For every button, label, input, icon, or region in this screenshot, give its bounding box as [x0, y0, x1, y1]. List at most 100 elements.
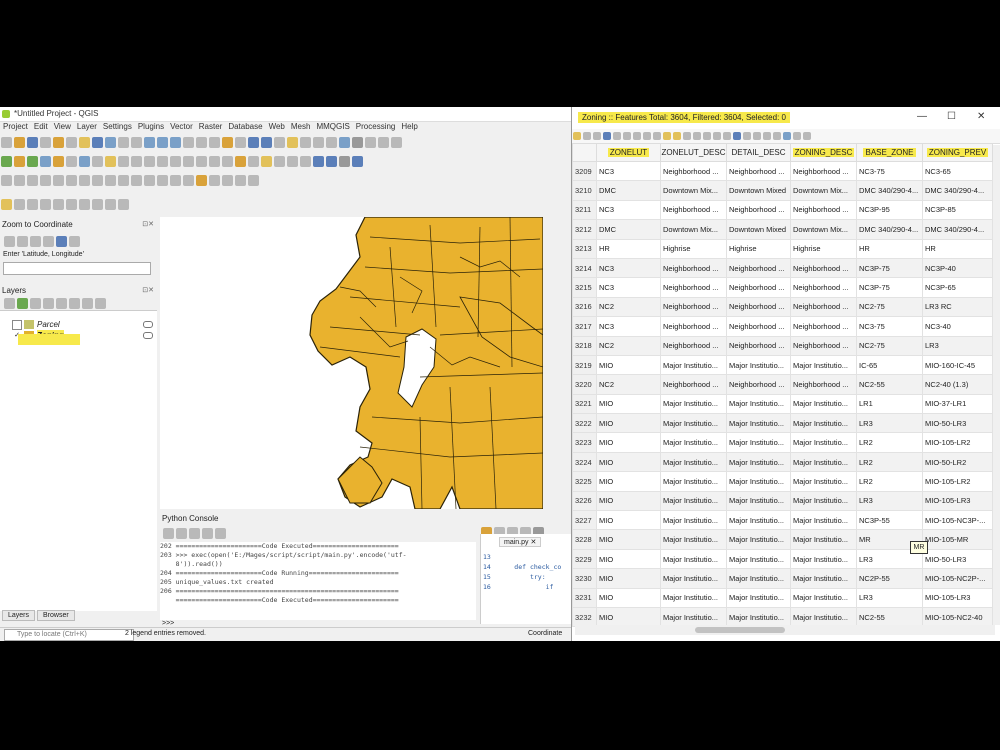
menu-item-raster[interactable]: Raster: [199, 121, 223, 133]
advanced-digitizing-icon[interactable]: [1, 175, 12, 186]
table-cell[interactable]: NC2-40 (1.3): [922, 374, 993, 395]
manage-themes-icon[interactable]: [30, 298, 41, 309]
table-cell[interactable]: Major Institutio...: [726, 432, 791, 453]
table-cell[interactable]: Neighborhood ...: [790, 160, 857, 182]
menu-item-mmqgis[interactable]: MMQGIS: [316, 121, 349, 133]
table-cell[interactable]: MIO: [596, 490, 661, 512]
pan-to-selected-icon[interactable]: [723, 132, 731, 140]
table-cell[interactable]: MIO-50-LR3: [922, 413, 993, 434]
processing-toolbox-icon[interactable]: [352, 137, 363, 148]
table-cell[interactable]: DMC: [596, 219, 661, 240]
table-cell[interactable]: LR2: [856, 471, 923, 492]
zoom-to-layer-icon[interactable]: [170, 137, 181, 148]
table-cell[interactable]: DMC: [596, 180, 661, 201]
table-row[interactable]: 3229 MIO Major Institutio... Major Institut…: [572, 548, 993, 570]
layer-visibility-checkbox[interactable]: [12, 320, 22, 330]
collapse-all-icon[interactable]: [82, 298, 93, 309]
menu-item-database[interactable]: Database: [228, 121, 262, 133]
table-cell[interactable]: MIO-160-IC-45: [922, 354, 993, 376]
table-cell[interactable]: Major Institutio...: [660, 413, 727, 434]
table-cell[interactable]: LR1: [856, 393, 923, 415]
table-cell[interactable]: Neighborhood ...: [790, 335, 857, 356]
add-spatialite-layer-icon[interactable]: [40, 156, 51, 167]
table-row[interactable]: 3228 MIO Major Institutio... Major Institut…: [572, 529, 993, 550]
table-cell[interactable]: HR: [596, 238, 661, 259]
row-number[interactable]: 3227: [572, 510, 597, 531]
undo-icon[interactable]: [209, 156, 220, 167]
browse-icon[interactable]: [53, 199, 64, 210]
label-tool-icon[interactable]: [235, 156, 246, 167]
reshape-icon[interactable]: [105, 175, 116, 186]
multi-edit-icon[interactable]: [583, 132, 591, 140]
table-row[interactable]: 3215 NC3 Neighborhood ... Neighborhood ... N…: [572, 277, 993, 298]
table-cell[interactable]: Major Institutio...: [790, 510, 857, 531]
table-cell[interactable]: Major Institutio...: [790, 393, 857, 415]
table-cell[interactable]: NC2: [596, 374, 661, 395]
table-cell[interactable]: Major Institutio...: [726, 529, 791, 550]
save-as-icon[interactable]: [40, 137, 51, 148]
table-cell[interactable]: Neighborhood ...: [660, 199, 727, 221]
table-row[interactable]: 3220 NC2 Neighborhood ... Neighborhood ... N…: [572, 374, 993, 395]
table-cell[interactable]: Major Institutio...: [726, 510, 791, 531]
paste-features-icon[interactable]: [196, 156, 207, 167]
table-cell[interactable]: Major Institutio...: [726, 606, 791, 628]
table-cell[interactable]: Major Institutio...: [790, 587, 857, 608]
table-cell[interactable]: Major Institutio...: [790, 413, 857, 434]
table-cell[interactable]: MIO-105-LR2: [922, 471, 993, 492]
style-manager-icon[interactable]: [79, 137, 90, 148]
table-cell[interactable]: Major Institutio...: [790, 451, 857, 473]
close-icon[interactable]: ✕: [977, 111, 985, 122]
table-row[interactable]: 3226 MIO Major Institutio... Major Institut…: [572, 490, 993, 512]
table-cell[interactable]: Neighborhood ...: [790, 257, 857, 279]
menu-item-processing[interactable]: Processing: [356, 121, 396, 133]
offset-curve-icon[interactable]: [118, 175, 129, 186]
deselect-all-icon[interactable]: [313, 137, 324, 148]
table-cell[interactable]: MIO-37-LR1: [922, 393, 993, 415]
table-cell[interactable]: Major Institutio...: [660, 529, 727, 550]
table-cell[interactable]: Neighborhood ...: [660, 277, 727, 298]
table-cell[interactable]: Major Institutio...: [726, 413, 791, 434]
clear-console-icon[interactable]: [163, 528, 174, 539]
zoom-to-coordinate-plugin-icon[interactable]: [1, 199, 12, 210]
layer-indicator-icon[interactable]: [143, 321, 153, 328]
table-cell[interactable]: Major Institutio...: [726, 490, 791, 512]
rotate-feature-icon[interactable]: [14, 175, 25, 186]
zoom-to-selection-icon[interactable]: [157, 137, 168, 148]
table-cell[interactable]: Downtown Mix...: [790, 219, 857, 240]
wrench-icon[interactable]: [118, 199, 129, 210]
menu-item-settings[interactable]: Settings: [103, 121, 132, 133]
table-cell[interactable]: Neighborhood ...: [790, 277, 857, 298]
add-vector-layer-icon[interactable]: [14, 156, 25, 167]
digitize-icon[interactable]: [92, 156, 103, 167]
table-cell[interactable]: NC3: [596, 160, 661, 182]
table-cell[interactable]: Major Institutio...: [660, 432, 727, 453]
table-cell[interactable]: MIO-105-NC2-40: [922, 606, 993, 628]
locator-search-input[interactable]: Type to locate (Ctrl+K): [4, 629, 134, 641]
table-cell[interactable]: Neighborhood ...: [790, 316, 857, 337]
table-cell[interactable]: NC2: [596, 296, 661, 318]
row-number[interactable]: 3230: [572, 568, 597, 589]
simplify-feature-icon[interactable]: [27, 175, 38, 186]
table-cell[interactable]: Neighborhood ...: [726, 257, 791, 279]
table-cell[interactable]: DMC 340/290-4...: [856, 219, 923, 240]
table-cell[interactable]: Major Institutio...: [660, 548, 727, 570]
table-cell[interactable]: MIO: [596, 354, 661, 376]
table-cell[interactable]: NC3P-75: [856, 277, 923, 298]
table-cell[interactable]: LR3: [856, 490, 923, 512]
column-header-zonelut[interactable]: ZONELUT: [596, 143, 661, 162]
reload-table-icon[interactable]: [603, 132, 611, 140]
table-row[interactable]: 3223 MIO Major Institutio... Major Institut…: [572, 432, 993, 453]
table-cell[interactable]: LR3: [856, 587, 923, 608]
table-cell[interactable]: Neighborhood ...: [790, 199, 857, 221]
layout-manager-icon[interactable]: [66, 137, 77, 148]
table-cell[interactable]: HR: [922, 238, 993, 259]
add-part-icon[interactable]: [53, 175, 64, 186]
table-cell[interactable]: Highrise: [790, 238, 857, 259]
crs-icon[interactable]: [56, 236, 67, 247]
table-cell[interactable]: MIO-105-LR3: [922, 490, 993, 512]
settings-icon[interactable]: [69, 236, 80, 247]
table-cell[interactable]: NC3P-85: [922, 199, 993, 221]
table-cell[interactable]: Major Institutio...: [726, 568, 791, 589]
column-header-zoning-desc[interactable]: ZONING_DESC: [790, 143, 857, 162]
table-row[interactable]: 3230 MIO Major Institutio... Major Institut…: [572, 568, 993, 589]
